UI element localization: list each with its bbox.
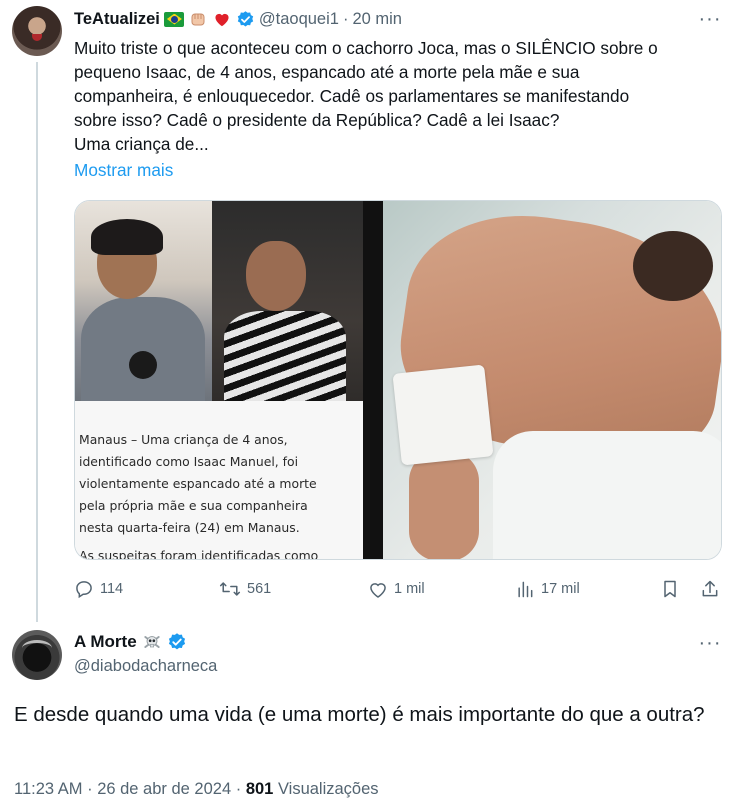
tweet1-text: Muito triste o que aconteceu com o cacho…	[74, 36, 722, 156]
share-icon	[700, 579, 720, 599]
heart-icon	[368, 580, 388, 599]
views-count: 17 mil	[541, 581, 580, 597]
tweet2-header: A Morte	[74, 631, 187, 653]
analytics-icon	[515, 579, 535, 599]
avatar-a-morte[interactable]	[12, 630, 62, 680]
bookmark-icon	[660, 579, 680, 599]
tweet2-meta: 11:23 AM · 26 de abr de 2024 · 801 Visua…	[14, 780, 379, 799]
news-caption-line: violentamente espancado até a morte	[79, 476, 317, 491]
reply-icon	[74, 579, 94, 599]
news-caption-line: pela própria mãe e sua companheira	[79, 498, 308, 513]
tweet1-text-line: Muito triste o que aconteceu com o cacho…	[74, 38, 658, 58]
tweet1-text-line: sobre isso? Cadê o presidente da Repúbli…	[74, 110, 560, 130]
like-action[interactable]: 1 mil	[368, 576, 425, 602]
media-divider	[363, 201, 383, 559]
tweet1-header: TeAtualizei @taoquei1 · 20 min	[74, 8, 402, 30]
fist-icon	[188, 10, 208, 28]
tweet2-author-name[interactable]: A Morte	[74, 632, 137, 652]
like-count: 1 mil	[394, 581, 425, 597]
news-caption-line: identificado como Isaac Manuel, foi	[79, 454, 299, 469]
avatar-teatualizei[interactable]	[12, 6, 62, 56]
tweet2-date[interactable]: 26 de abr de 2024	[97, 780, 231, 798]
tweet1-text-line: companheira, é enlouquecedor. Cadê os pa…	[74, 86, 630, 106]
news-caption-line: nesta quarta-feira (24) em Manaus.	[79, 520, 300, 535]
tweet2-text: E desde quando uma vida (e uma morte) é …	[14, 703, 705, 726]
tweet2-views-count: 801	[245, 780, 274, 798]
child-photo-image[interactable]	[383, 201, 721, 559]
verified-badge-icon	[236, 10, 255, 29]
share-action[interactable]	[700, 576, 720, 602]
red-heart-icon	[212, 10, 232, 28]
views-action[interactable]: 17 mil	[515, 576, 580, 602]
tweet1-more-options-icon[interactable]: ···	[696, 8, 724, 30]
tweet1-handle[interactable]: @taoquei1	[259, 10, 339, 29]
news-caption: Manaus – Uma criança de 4 anos, identifi…	[79, 429, 359, 560]
tweet2-handle[interactable]: @diabodacharneca	[74, 657, 217, 676]
suspect-photo-2	[212, 201, 363, 401]
news-caption-line: As suspeitas foram identificadas como	[79, 548, 319, 560]
repost-icon	[219, 579, 241, 599]
meta-separator: ·	[87, 780, 93, 798]
tweet1-author-name[interactable]: TeAtualizei	[74, 10, 160, 29]
suspect-photo-1	[75, 201, 212, 401]
show-more-link[interactable]: Mostrar mais	[74, 160, 173, 181]
news-screenshot-image[interactable]: Manaus – Uma criança de 4 anos, identifi…	[75, 201, 363, 559]
flag-brazil-icon	[163, 10, 184, 28]
skull-crossbones-icon	[142, 633, 162, 651]
thread-connector-line	[36, 62, 38, 622]
repost-count: 561	[247, 581, 272, 597]
reply-action[interactable]: 114	[74, 576, 123, 602]
tweet2-more-options-icon[interactable]: ···	[696, 632, 724, 654]
tweet1-time[interactable]: 20 min	[352, 10, 402, 29]
tweet1-separator: ·	[342, 9, 349, 28]
tweet2-time[interactable]: 11:23 AM	[14, 780, 83, 798]
reply-count: 114	[100, 581, 124, 597]
repost-action[interactable]: 561	[219, 576, 271, 602]
tweet1-text-line: Uma criança de...	[74, 134, 209, 154]
tweet2-views-label: Visualizações	[277, 780, 379, 798]
verified-badge-icon	[167, 632, 187, 652]
tweet1-text-line: pequeno Isaac, de 4 anos, espancado até …	[74, 62, 580, 82]
meta-separator: ·	[235, 780, 242, 798]
bookmark-action[interactable]	[660, 576, 680, 602]
tweet1-media[interactable]: Manaus – Uma criança de 4 anos, identifi…	[74, 200, 722, 560]
news-caption-line: Manaus – Uma criança de 4 anos,	[79, 432, 288, 447]
